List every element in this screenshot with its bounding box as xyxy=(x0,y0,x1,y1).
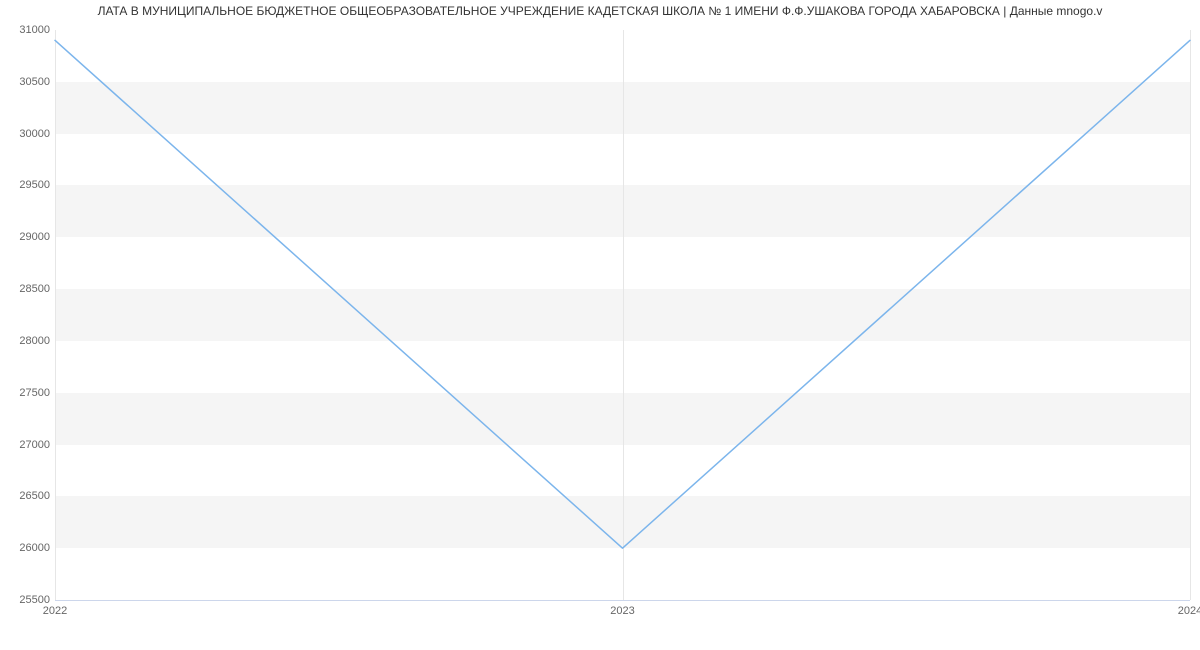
y-tick-label: 30500 xyxy=(5,76,50,88)
y-tick-label: 30000 xyxy=(5,128,50,140)
y-tick-label: 31000 xyxy=(5,24,50,36)
y-tick-label: 29000 xyxy=(5,231,50,243)
y-tick-label: 26000 xyxy=(5,542,50,554)
line-series xyxy=(55,30,1190,600)
plot-area xyxy=(55,30,1190,600)
y-tick-label: 27500 xyxy=(5,387,50,399)
y-tick-label: 28500 xyxy=(5,283,50,295)
y-tick-label: 26500 xyxy=(5,490,50,502)
y-tick-label: 28000 xyxy=(5,335,50,347)
chart-container: ЛАТА В МУНИЦИПАЛЬНОЕ БЮДЖЕТНОЕ ОБЩЕОБРАЗ… xyxy=(0,0,1200,650)
x-tick-label: 2024 xyxy=(1178,605,1200,617)
grid-line-vertical xyxy=(1190,30,1191,600)
x-tick-label: 2022 xyxy=(43,605,67,617)
x-tick-label: 2023 xyxy=(610,605,634,617)
y-tick-label: 29500 xyxy=(5,179,50,191)
chart-title: ЛАТА В МУНИЦИПАЛЬНОЕ БЮДЖЕТНОЕ ОБЩЕОБРАЗ… xyxy=(0,4,1200,18)
y-tick-label: 27000 xyxy=(5,439,50,451)
x-axis-line xyxy=(55,600,1190,601)
